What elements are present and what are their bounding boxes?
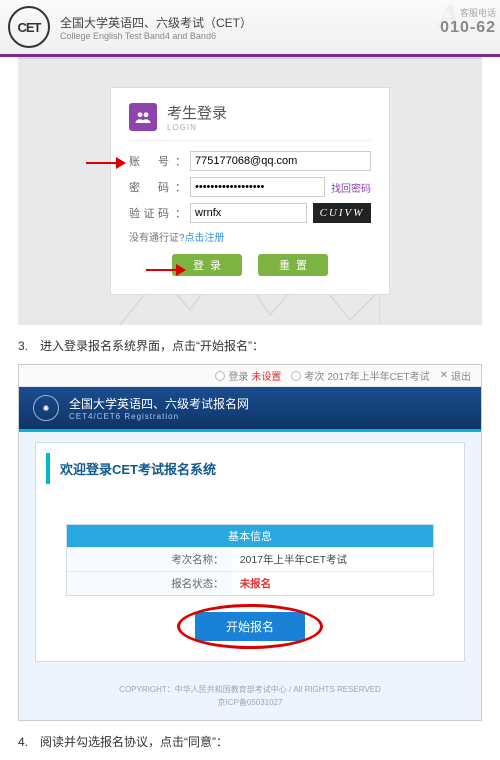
- registration-screenshot: 登录 未设置 考次 2017年上半年CET考试 ✕ 退出 ✺ 全国大学英语四、六…: [18, 364, 482, 721]
- info-exam-key: 考次名称：: [67, 548, 232, 571]
- account-input[interactable]: [190, 151, 371, 171]
- info-status-value: 未报名: [232, 572, 433, 595]
- topbar-exam-seg: 考次 2017年上半年CET考试: [291, 368, 429, 383]
- start-button-wrap: 开始报名: [195, 612, 305, 641]
- s2-brand-band: ✺ 全国大学英语四、六级考试报名网 CET4/CET6 Registration: [19, 387, 481, 432]
- login-title-en: LOGIN: [167, 123, 227, 132]
- info-row-status: 报名状态： 未报名: [67, 571, 433, 595]
- login-header: 考生登录 LOGIN: [129, 102, 371, 141]
- captcha-input[interactable]: [190, 203, 307, 223]
- s2-card: 欢迎登录CET考试报名系统 基本信息 考次名称： 2017年上半年CET考试 报…: [35, 442, 465, 662]
- cet-logo: CET: [8, 6, 50, 48]
- s2-logo-icon: ✺: [33, 395, 59, 421]
- s2-body: 欢迎登录CET考试报名系统 基本信息 考次名称： 2017年上半年CET考试 报…: [19, 432, 481, 676]
- colon: ：: [175, 153, 186, 169]
- welcome-heading: 欢迎登录CET考试报名系统: [46, 453, 454, 484]
- topbar-logout[interactable]: ✕ 退出: [440, 368, 471, 383]
- info-row-exam: 考次名称： 2017年上半年CET考试: [67, 547, 433, 571]
- logout-icon: ✕: [440, 370, 448, 381]
- logout-label: 退出: [451, 368, 471, 383]
- login-users-icon: [129, 103, 157, 131]
- topbar-login-status: 未设置: [251, 368, 281, 383]
- row-captcha: 验证码 ： CUIVW: [129, 203, 371, 223]
- topbar-login-seg: 登录 未设置: [215, 368, 281, 383]
- find-password-link[interactable]: 找回密码: [331, 180, 371, 195]
- annotation-arrow-password: [86, 157, 126, 169]
- row-password: 密 码 ： 找回密码: [129, 177, 371, 197]
- topbar-exam-label: 考次: [304, 368, 324, 383]
- info-exam-value: 2017年上半年CET考试: [232, 548, 433, 571]
- colon: ：: [175, 179, 186, 195]
- captcha-image[interactable]: CUIVW: [313, 203, 371, 223]
- annotation-arrow-login-btn: [146, 264, 186, 276]
- topbar-login-label: 登录: [228, 368, 248, 383]
- site-title-cn: 全国大学英语四、六级考试（CET）: [60, 14, 252, 31]
- login-screenshot: 考生登录 LOGIN 账 号 ： 密 码 ： 找回密码 验证码 ： CUIVW: [18, 57, 482, 325]
- hotline: 客服电话 010-62: [440, 6, 496, 37]
- basic-info-head: 基本信息: [67, 525, 433, 547]
- reset-button[interactable]: 重置: [258, 254, 328, 276]
- annotation-circle: [177, 604, 323, 649]
- no-account-line: 没有通行证?点击注册: [129, 229, 371, 244]
- user-icon: [215, 371, 225, 381]
- password-label: 密 码: [129, 179, 169, 195]
- colon: ：: [175, 205, 186, 221]
- row-account: 账 号 ：: [129, 151, 371, 171]
- step-4-text: 4. 阅读并勾选报名协议，点击“同意”：: [18, 733, 482, 750]
- account-label: 账 号: [129, 153, 169, 169]
- step-3-text: 3. 进入登录报名系统界面，点击“开始报名”：: [18, 337, 482, 354]
- site-header: CET 全国大学英语四、六级考试（CET） College English Te…: [0, 0, 500, 57]
- footer-copyright: COPYRIGHT：中华人民共和国教育部考试中心 / All RIGHTS RE…: [19, 684, 481, 697]
- login-title-cn: 考生登录: [167, 102, 227, 123]
- s2-footer: COPYRIGHT：中华人民共和国教育部考试中心 / All RIGHTS RE…: [19, 676, 481, 720]
- s2-topbar: 登录 未设置 考次 2017年上半年CET考试 ✕ 退出: [19, 365, 481, 387]
- info-status-key: 报名状态：: [67, 572, 232, 595]
- site-title-en: College English Test Band4 and Band6: [60, 31, 252, 41]
- captcha-label: 验证码: [129, 205, 169, 221]
- topbar-exam-value: 2017年上半年CET考试: [327, 368, 429, 383]
- no-account-text: 没有通行证?: [129, 233, 185, 244]
- s2-brand-en: CET4/CET6 Registration: [69, 412, 249, 421]
- register-link[interactable]: 点击注册: [185, 233, 225, 244]
- basic-info-box: 基本信息 考次名称： 2017年上半年CET考试 报名状态： 未报名: [66, 524, 434, 596]
- hotline-label: 客服电话: [440, 6, 496, 19]
- password-input[interactable]: [190, 177, 325, 197]
- calendar-icon: [291, 371, 301, 381]
- s2-brand-cn: 全国大学英语四、六级考试报名网: [69, 395, 249, 412]
- hotline-number: 010-62: [440, 19, 496, 37]
- site-titles: 全国大学英语四、六级考试（CET） College English Test B…: [60, 14, 252, 41]
